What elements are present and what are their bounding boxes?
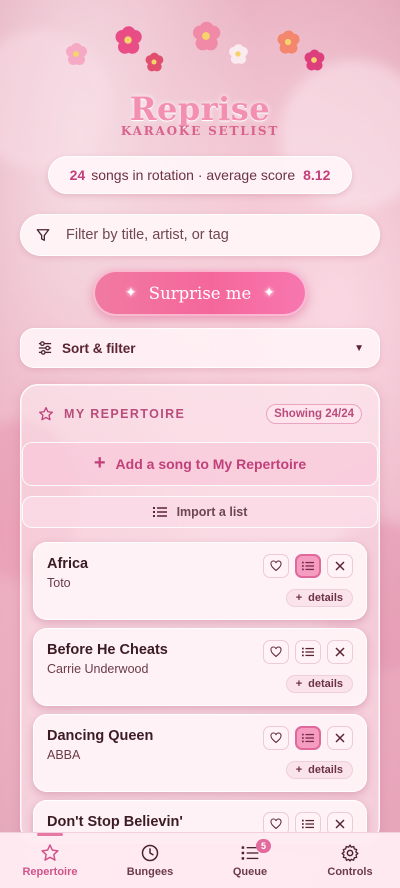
sort-filter-toggle[interactable]: Sort & filter ▼	[20, 328, 380, 368]
favorite-button[interactable]	[263, 726, 289, 750]
song-title: Don't Stop Believin'	[47, 814, 183, 830]
flower-icon	[303, 49, 326, 72]
close-icon	[335, 561, 345, 571]
song-artist: Carrie Underwood	[47, 662, 149, 676]
flower-icon	[190, 20, 221, 51]
average-score: 8.12	[303, 167, 331, 183]
song-title: Dancing Queen	[47, 728, 154, 744]
search-bar[interactable]	[20, 214, 380, 256]
remove-button[interactable]	[327, 554, 353, 578]
gear-icon	[341, 844, 359, 862]
flower-icon	[113, 25, 143, 55]
sliders-icon	[38, 341, 52, 355]
song-artist: ABBA	[47, 748, 81, 762]
plus-icon: +	[295, 678, 303, 690]
stats-pill: 24 songs in rotation · average score 8.1…	[48, 156, 352, 194]
list-icon	[302, 647, 314, 657]
rotation-text: songs in rotation · average score	[91, 167, 296, 183]
queue-toggle-button[interactable]	[295, 640, 321, 664]
queue-count-badge: 5	[256, 839, 271, 853]
close-icon	[335, 819, 345, 829]
song-card[interactable]: Dancing Queen ABBA + details	[33, 714, 367, 792]
close-icon	[335, 647, 345, 657]
remove-button[interactable]	[327, 640, 353, 664]
song-title: Before He Cheats	[47, 642, 168, 658]
tab-label: Repertoire	[22, 866, 78, 878]
plus-icon: +	[295, 764, 303, 776]
list-icon	[302, 561, 314, 571]
song-card[interactable]: Africa Toto + details	[33, 542, 367, 620]
details-label: details	[308, 592, 343, 604]
heart-icon	[270, 818, 282, 830]
heart-icon	[270, 732, 282, 744]
flower-garland	[0, 18, 400, 78]
favorite-button[interactable]	[263, 640, 289, 664]
filter-funnel-icon	[36, 229, 50, 241]
tab-label: Queue	[232, 866, 268, 878]
details-button[interactable]: + details	[285, 589, 353, 607]
queue-toggle-button[interactable]	[295, 726, 321, 750]
song-artist: Toto	[47, 576, 71, 590]
flower-icon	[227, 43, 249, 65]
repertoire-panel: MY REPERTOIRE Showing 24/24 + Add a song…	[20, 384, 380, 844]
app-subtitle: KARAOKE SETLIST	[120, 124, 280, 138]
caret-down-icon: ▼	[354, 342, 364, 354]
add-song-label: Add a song to My Repertoire	[115, 456, 307, 472]
details-button[interactable]: + details	[285, 761, 353, 779]
sparkle-icon: ✦	[125, 285, 137, 301]
song-title: Africa	[47, 556, 89, 572]
close-icon	[335, 733, 345, 743]
search-input[interactable]	[66, 227, 346, 243]
tab-label: Bungees	[126, 866, 174, 878]
plus-icon: +	[295, 592, 303, 604]
list-icon	[302, 819, 314, 829]
clock-icon	[141, 844, 159, 862]
song-count: 24	[69, 167, 86, 183]
showing-badge: Showing 24/24	[266, 404, 362, 424]
sparkle-icon: ✦	[263, 285, 275, 301]
flower-icon	[144, 52, 164, 72]
flower-icon	[64, 42, 88, 66]
bottom-tab-bar: Repertoire Bungees 5 Queue Controls	[0, 832, 400, 888]
list-icon	[302, 733, 314, 743]
surprise-label: Surprise me	[148, 283, 252, 303]
list-icon	[152, 507, 167, 517]
heart-icon	[270, 646, 282, 658]
star-icon	[39, 407, 53, 421]
details-label: details	[308, 678, 343, 690]
import-list-button[interactable]: Import a list	[22, 496, 378, 528]
brand-header: Reprise KARAOKE SETLIST	[0, 90, 400, 138]
plus-icon: +	[93, 451, 106, 474]
star-icon	[41, 844, 59, 861]
add-song-button[interactable]: + Add a song to My Repertoire	[22, 442, 378, 486]
details-button[interactable]: + details	[285, 675, 353, 693]
tab-bungees[interactable]: Bungees	[100, 833, 200, 888]
tab-label: Controls	[327, 866, 373, 878]
song-card[interactable]: Before He Cheats Carrie Underwood + deta…	[33, 628, 367, 706]
import-label: Import a list	[176, 505, 248, 519]
tab-queue[interactable]: 5 Queue	[200, 833, 300, 888]
tab-repertoire[interactable]: Repertoire	[0, 833, 100, 888]
sort-filter-label: Sort & filter	[62, 340, 136, 356]
app-title: Reprise	[129, 90, 271, 128]
remove-button[interactable]	[327, 726, 353, 750]
heart-icon	[270, 560, 282, 572]
queue-toggle-button[interactable]	[295, 554, 321, 578]
tab-controls[interactable]: Controls	[300, 833, 400, 888]
repertoire-header: MY REPERTOIRE Showing 24/24	[38, 404, 362, 424]
surprise-me-button[interactable]: ✦ Surprise me ✦	[93, 270, 307, 316]
flower-icon	[275, 29, 300, 54]
favorite-button[interactable]	[263, 554, 289, 578]
repertoire-heading: MY REPERTOIRE	[64, 407, 186, 421]
details-label: details	[308, 764, 343, 776]
